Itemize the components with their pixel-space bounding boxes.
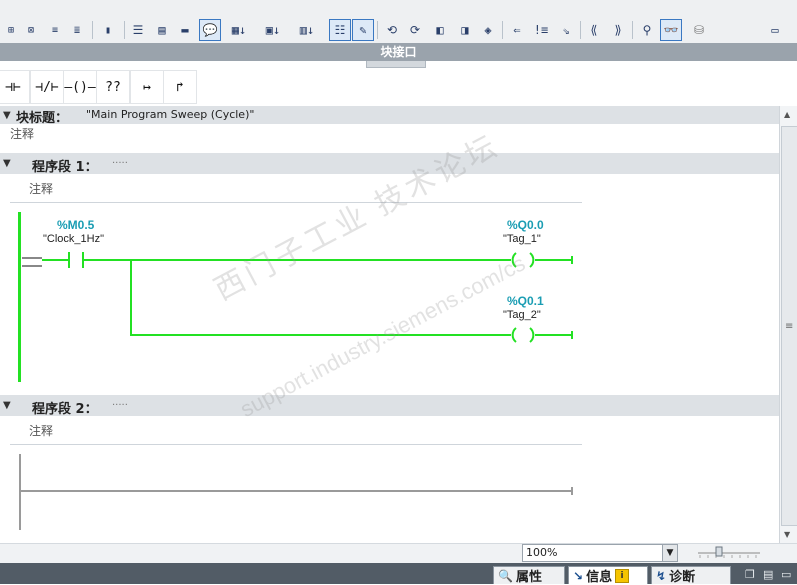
insert-contact-icon[interactable]: ▥↓ [292, 20, 322, 40]
recent-instruction-icon[interactable]: ⟲ [382, 20, 402, 40]
contact-tag[interactable]: "Clock_1Hz" [43, 233, 104, 245]
show-favorites-icon[interactable]: ▦↓ [224, 20, 254, 40]
next-error-icon[interactable]: ◨ [455, 20, 475, 40]
empty-rung[interactable] [21, 490, 573, 492]
rung-2 [130, 334, 511, 336]
rung-select-handle[interactable] [22, 257, 42, 267]
insert-network-icon[interactable]: ⊞ [2, 20, 20, 40]
float-window-icon[interactable]: ▤ [763, 568, 773, 581]
restore-window-icon[interactable]: ❐ [745, 568, 755, 581]
open-branch-button[interactable]: ↦ [130, 70, 164, 104]
zoom-slider[interactable] [696, 546, 762, 558]
chevron-down-icon[interactable]: ▼ [662, 545, 677, 561]
collapse-arrow-icon[interactable]: ▼ [3, 158, 11, 169]
go-to-error-icon[interactable]: ⟳ [405, 20, 425, 40]
diagnostics-icon: ↯ [656, 568, 667, 583]
power-rail [18, 212, 21, 382]
insert-coil-icon[interactable]: ☷ [329, 19, 351, 41]
block-title-header[interactable]: ▼ 块标题： "Main Program Sweep (Cycle)" [0, 106, 779, 126]
database-icon[interactable]: ⛁ [689, 20, 709, 40]
zoom-select[interactable]: 100% ▼ [522, 544, 678, 562]
tab-diagnostics[interactable]: ↯ 诊断 [651, 566, 731, 585]
block-comment[interactable]: 注释 [10, 125, 34, 142]
coil-1-address[interactable]: %Q0.0 [507, 218, 544, 232]
single-step-icon[interactable]: ⟫ [608, 20, 628, 40]
scroll-down-icon[interactable]: ▼ [784, 530, 790, 539]
window-icon[interactable]: ▭ [765, 20, 785, 40]
minimize-panel-icon[interactable]: ▭ [781, 568, 791, 581]
tab-properties[interactable]: 🔍 属性 [493, 566, 565, 585]
coil-2[interactable] [510, 327, 536, 343]
branch-line [130, 259, 132, 336]
tab-info[interactable]: ↘ 信息 i [568, 566, 648, 585]
tab-info-label: 信息 [586, 570, 613, 585]
editor-toolbar: ⊞ ⊠ ≡ ≣ ▮ ☰ ▤ ▬ 💬 ▦↓ ▣↓ ▥↓ ☷ ✎ ⟲ ⟳ ◧ ◨ ◈… [0, 0, 797, 44]
tab-properties-label: 属性 [515, 570, 542, 585]
info-badge-icon: i [615, 568, 630, 583]
go-to-next-icon[interactable]: ⇘ [556, 20, 576, 40]
empty-box-button[interactable]: ?? [96, 70, 130, 104]
block-title-label: 块标题： [16, 111, 69, 126]
no-contact-button[interactable]: ⊣⊢ [0, 70, 30, 104]
insert-box-icon[interactable]: ▣↓ [258, 20, 288, 40]
collapse-arrow-icon[interactable]: ▼ [3, 110, 11, 121]
network-1-label: 程序段 1： [32, 160, 98, 175]
insert-row-icon[interactable]: ≡ [46, 20, 64, 40]
network-2-label: 程序段 2： [32, 402, 98, 417]
coil-2-address[interactable]: %Q0.1 [507, 294, 544, 308]
monitor-off-icon[interactable]: ⇐ [507, 20, 527, 40]
network-1-title[interactable]: ..... [112, 155, 128, 166]
collapse-arrow-icon[interactable]: ▼ [3, 400, 11, 411]
glasses-icon[interactable]: 👓 [660, 19, 682, 41]
grip-icon: ≡ [785, 321, 794, 332]
coil-1-tag[interactable]: "Tag_1" [503, 233, 541, 245]
show-absolute-icon[interactable]: ☰ [128, 20, 148, 40]
splitter-handle[interactable] [366, 61, 426, 68]
monitor-icon[interactable]: ◈ [478, 20, 498, 40]
vertical-scrollbar[interactable]: ▲ ≡ ▼ [779, 106, 797, 543]
show-symbol-info-icon[interactable]: ▬ [175, 20, 195, 40]
network-2-header[interactable]: ▼ 程序段 2： ..... [0, 395, 779, 417]
block-interface-bar[interactable]: 块接口 [0, 43, 797, 61]
zoom-value: 100% [526, 546, 558, 559]
properties-icon: 🔍 [498, 568, 513, 583]
delete-network-icon[interactable]: ⊠ [22, 20, 40, 40]
contact-address[interactable]: %M0.5 [57, 218, 94, 232]
open-block-icon[interactable]: ▮ [98, 20, 118, 40]
tab-diagnostics-label: 诊断 [669, 570, 696, 585]
toggle-view-icon[interactable]: ✎ [352, 19, 374, 41]
nc-contact-button[interactable]: ⊣/⊢ [30, 70, 64, 104]
block-title-value[interactable]: "Main Program Sweep (Cycle)" [86, 108, 254, 121]
coil-button[interactable]: –()– [63, 70, 97, 104]
delete-row-icon[interactable]: ≣ [68, 20, 86, 40]
previous-error-icon[interactable]: ◧ [430, 20, 450, 40]
contact-left-bar [68, 252, 70, 268]
scroll-up-icon[interactable]: ▲ [784, 110, 790, 119]
jump-icon[interactable]: ⟪ [584, 20, 604, 40]
network-2-comment[interactable]: 注释 [29, 422, 53, 439]
power-rail-2 [19, 454, 21, 530]
comments-icon[interactable]: 💬 [199, 19, 221, 41]
close-branch-button[interactable]: ↱ [163, 70, 197, 104]
show-symbolic-icon[interactable]: ▤ [152, 20, 172, 40]
info-icon: ↘ [573, 568, 584, 583]
compare-icon[interactable]: ⚲ [637, 20, 657, 40]
coil-2-tag[interactable]: "Tag_2" [503, 309, 541, 321]
go-to-previous-icon[interactable]: !≡ [531, 20, 551, 40]
network-1-comment[interactable]: 注释 [29, 180, 53, 197]
network-2-title[interactable]: ..... [112, 397, 128, 408]
